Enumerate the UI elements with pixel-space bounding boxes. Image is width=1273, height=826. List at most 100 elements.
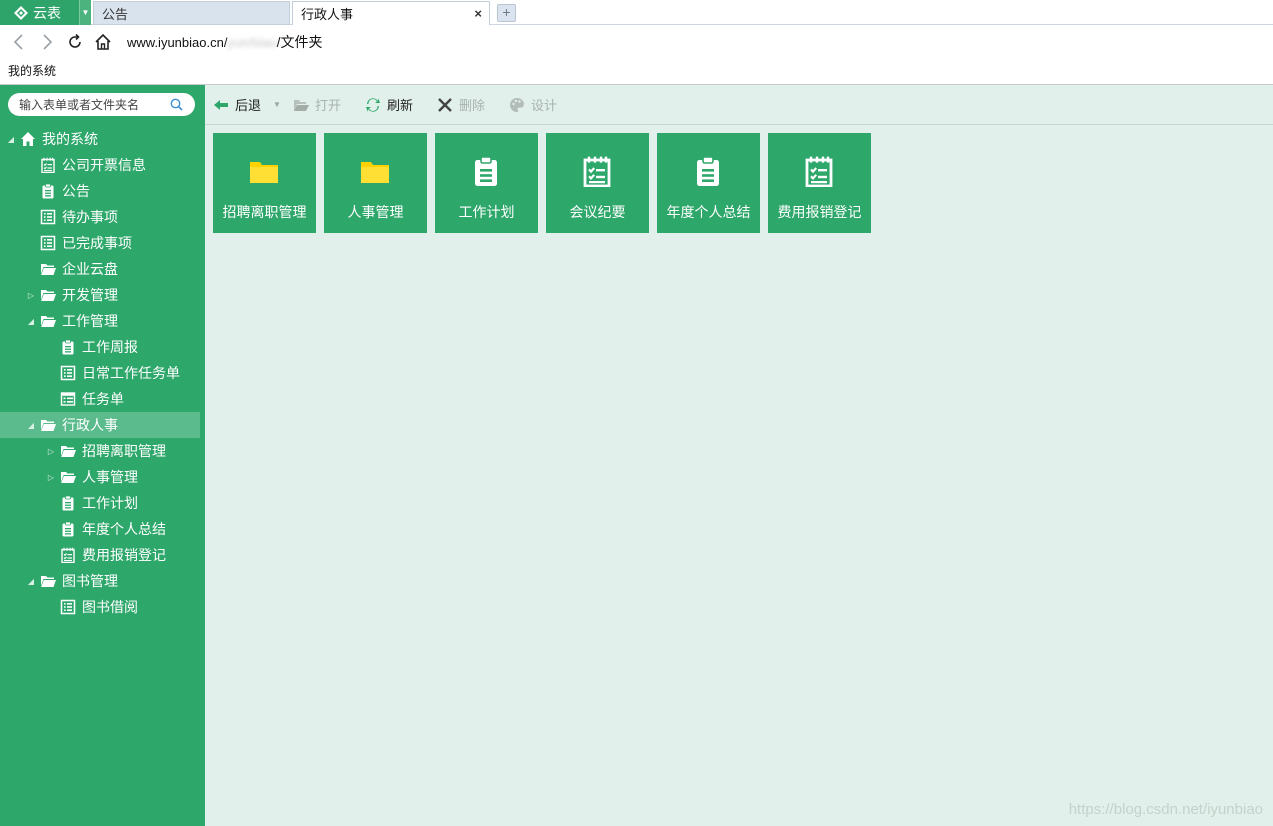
clipboard-icon xyxy=(692,155,724,187)
sidebar-item-label: 工作计划 xyxy=(82,495,138,511)
list-icon xyxy=(60,365,76,381)
folder-icon xyxy=(60,443,76,459)
expanded-arrow-icon[interactable]: ◢ xyxy=(6,134,16,144)
sidebar-item-label: 工作管理 xyxy=(62,313,118,329)
expanded-arrow-icon[interactable]: ◢ xyxy=(26,316,36,326)
sidebar-item[interactable]: 工作计划 xyxy=(0,490,205,516)
clipboard-icon xyxy=(60,521,76,537)
back-button[interactable]: 后退 xyxy=(213,93,261,117)
sidebar-item-label: 待办事项 xyxy=(62,209,118,225)
search-input[interactable] xyxy=(19,97,169,112)
sidebar-item[interactable]: 企业云盘 xyxy=(0,256,205,282)
folder-icon xyxy=(40,417,56,433)
tab-label: 行政人事 xyxy=(301,7,354,22)
collapsed-arrow-icon[interactable]: ▷ xyxy=(26,290,36,300)
home-button[interactable] xyxy=(89,28,117,56)
search-icon[interactable] xyxy=(170,98,183,111)
clipboard-icon xyxy=(470,155,502,187)
expanded-arrow-icon[interactable]: ◢ xyxy=(26,420,36,430)
sidebar-item[interactable]: 任务单 xyxy=(0,386,205,412)
open-label: 打开 xyxy=(314,98,341,113)
sidebar-item[interactable]: 年度个人总结 xyxy=(0,516,205,542)
form-check-icon xyxy=(60,547,76,563)
folder-tile[interactable]: 人事管理 xyxy=(324,133,427,233)
sidebar-item-label: 招聘离职管理 xyxy=(82,443,166,459)
expanded-arrow-icon[interactable]: ◢ xyxy=(26,576,36,586)
tab-label: 公告 xyxy=(102,6,129,22)
sidebar-item-label: 企业云盘 xyxy=(62,261,118,277)
folder-tree: ◢ 我的系统公司开票信息公告待办事项已完成事项企业云盘 ▷ 开发管理 ◢ 工作管理工作周报… xyxy=(0,126,205,620)
sidebar: ◢ 我的系统公司开票信息公告待办事项已完成事项企业云盘 ▷ 开发管理 ◢ 工作管理工作周报… xyxy=(0,85,205,826)
delete-x-icon xyxy=(438,97,452,112)
address-blurred: yun/biao xyxy=(227,35,277,50)
list-icon xyxy=(60,599,76,615)
delete-button[interactable]: 删除 xyxy=(437,93,485,117)
tab-announcement[interactable]: 公告 xyxy=(93,1,290,25)
back-label: 后退 xyxy=(235,98,262,113)
sidebar-item-label: 我的系统 xyxy=(42,131,98,147)
clipboard-icon xyxy=(40,183,56,199)
sidebar-item[interactable]: ◢ 行政人事 xyxy=(0,412,200,438)
collapsed-arrow-icon[interactable]: ▷ xyxy=(46,446,56,456)
app-logo-label: 云表 xyxy=(33,4,61,21)
list-icon xyxy=(40,235,56,251)
sidebar-item-label: 已完成事项 xyxy=(62,235,132,251)
sidebar-item[interactable]: ◢ 我的系统 xyxy=(0,126,205,152)
folder-tile[interactable]: 工作计划 xyxy=(435,133,538,233)
address-host: www.iyunbiao.cn/ xyxy=(127,35,228,50)
sidebar-item[interactable]: 公司开票信息 xyxy=(0,152,205,178)
folder-icon xyxy=(40,313,56,329)
navigation-bar: www.iyunbiao.cn/yun/biao/文件夹 xyxy=(0,26,1273,58)
clipboard-icon xyxy=(60,495,76,511)
refresh-button[interactable]: 刷新 xyxy=(365,93,413,117)
palette-icon xyxy=(509,97,524,112)
folder-tile[interactable]: 招聘离职管理 xyxy=(213,133,316,233)
sidebar-item-label: 开发管理 xyxy=(62,287,118,303)
form-check-icon xyxy=(803,155,835,187)
sidebar-item-label: 费用报销登记 xyxy=(82,547,166,563)
sidebar-item[interactable]: ▷ 人事管理 xyxy=(0,464,205,490)
sidebar-item[interactable]: ▷ 招聘离职管理 xyxy=(0,438,205,464)
sidebar-item[interactable]: 已完成事项 xyxy=(0,230,205,256)
sidebar-item[interactable]: 费用报销登记 xyxy=(0,542,205,568)
add-tab-button[interactable]: + xyxy=(497,4,516,22)
folder-tile[interactable]: 年度个人总结 xyxy=(657,133,760,233)
sidebar-item[interactable]: 图书借阅 xyxy=(0,594,205,620)
app-logo-button[interactable]: 云表 xyxy=(0,0,79,25)
reload-button[interactable] xyxy=(61,28,89,56)
sidebar-item[interactable]: ◢ 图书管理 xyxy=(0,568,205,594)
folder-tile[interactable]: 费用报销登记 xyxy=(768,133,871,233)
design-button[interactable]: 设计 xyxy=(509,93,557,117)
sidebar-item-label: 日常工作任务单 xyxy=(82,365,180,381)
open-button[interactable]: 打开 xyxy=(293,93,341,117)
sidebar-item[interactable]: ◢ 工作管理 xyxy=(0,308,205,334)
chevron-down-icon[interactable]: ▼ xyxy=(79,0,91,25)
sidebar-item[interactable]: 工作周报 xyxy=(0,334,205,360)
back-nav-button[interactable] xyxy=(5,28,33,56)
search-box xyxy=(8,93,195,116)
folder-tile[interactable]: 会议纪要 xyxy=(546,133,649,233)
close-icon[interactable]: × xyxy=(474,6,482,21)
sidebar-item[interactable]: 日常工作任务单 xyxy=(0,360,205,386)
toolbar: 后退 ▼ 打开 刷新 删除 设计 xyxy=(205,85,1273,125)
delete-label: 删除 xyxy=(458,98,485,113)
collapsed-arrow-icon[interactable]: ▷ xyxy=(46,472,56,482)
bookmark-my-system[interactable]: 我的系统 xyxy=(8,62,56,79)
sidebar-item-label: 工作周报 xyxy=(82,339,138,355)
forward-nav-button[interactable] xyxy=(33,28,61,56)
refresh-label: 刷新 xyxy=(386,98,413,113)
folder-icon xyxy=(40,261,56,277)
sidebar-item[interactable]: ▷ 开发管理 xyxy=(0,282,205,308)
folder-icon xyxy=(40,287,56,303)
sidebar-item-label: 人事管理 xyxy=(82,469,138,485)
sidebar-item-label: 公告 xyxy=(62,183,90,199)
chevron-down-icon[interactable]: ▼ xyxy=(273,100,281,109)
sidebar-item[interactable]: 公告 xyxy=(0,178,205,204)
sidebar-item-label: 任务单 xyxy=(82,391,124,407)
tab-admin-hr[interactable]: 行政人事 × xyxy=(292,1,490,25)
address-bar[interactable]: www.iyunbiao.cn/yun/biao/文件夹 xyxy=(127,32,323,52)
folder-open-icon xyxy=(293,99,309,111)
tile-label: 年度个人总结 xyxy=(666,204,751,220)
sidebar-item[interactable]: 待办事项 xyxy=(0,204,205,230)
arrow-left-icon xyxy=(214,99,228,110)
